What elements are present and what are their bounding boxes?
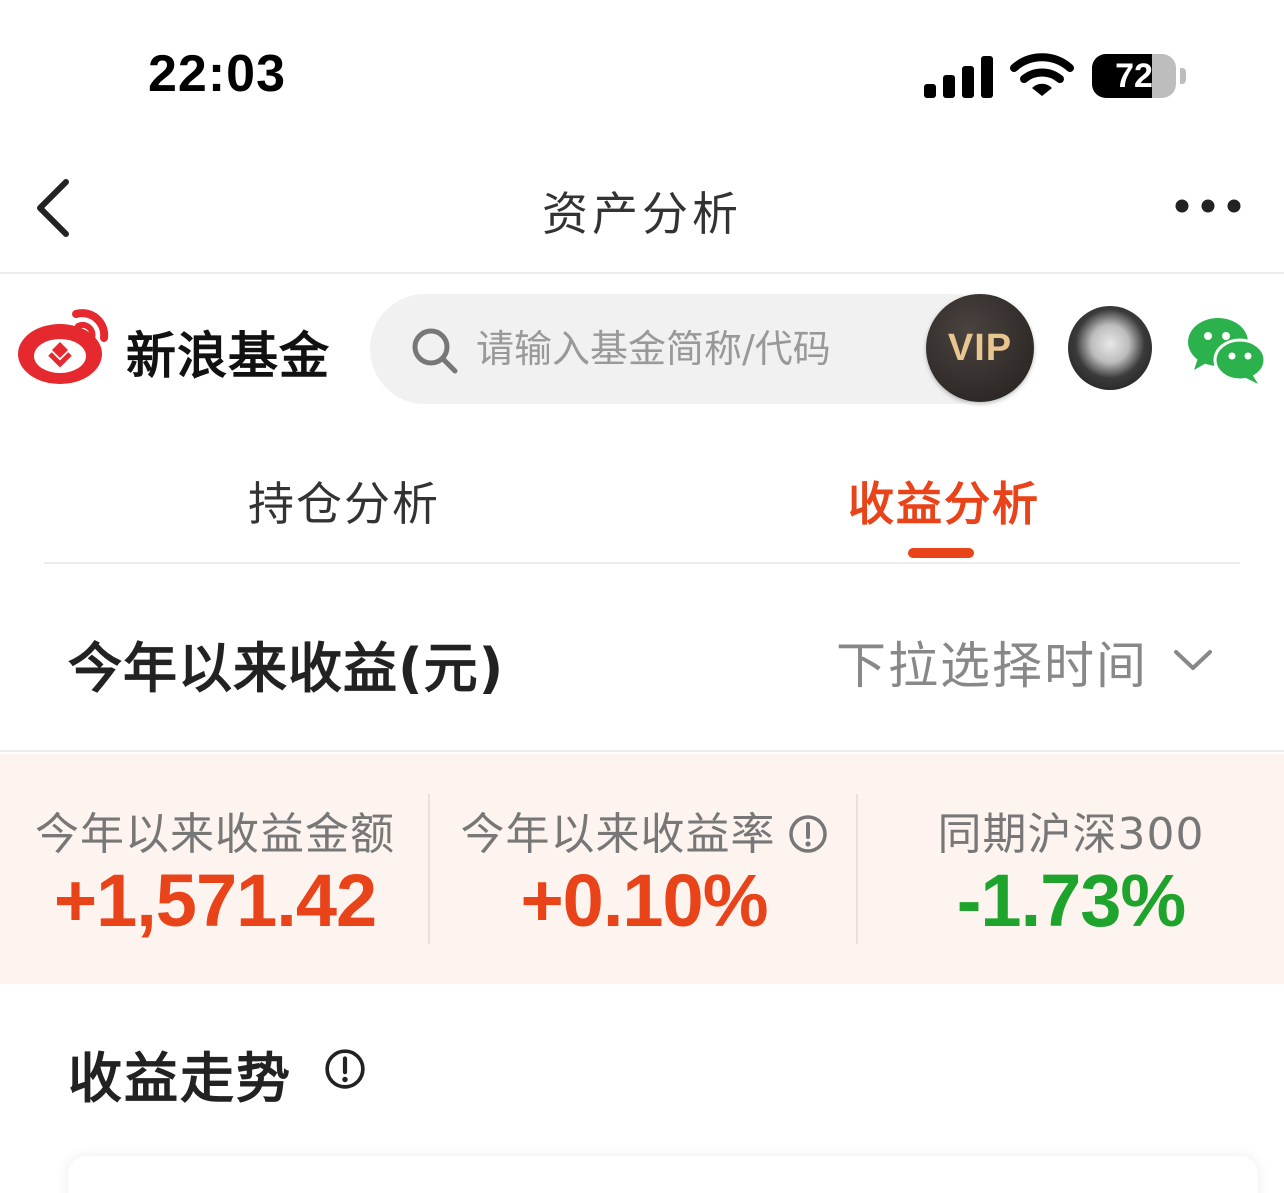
more-button[interactable] — [1168, 190, 1248, 222]
battery-percent: 72 — [1115, 57, 1153, 95]
weibo-logo-icon[interactable] — [14, 308, 114, 388]
search-icon — [412, 328, 458, 374]
trend-chart-card — [68, 1156, 1258, 1193]
metric-label: 同期沪深300 — [937, 809, 1205, 860]
wechat-icon[interactable] — [1186, 316, 1266, 384]
navigation-bar: 资产分析 — [0, 150, 1284, 274]
returns-summary: 今年以来收益金额 +1,571.42 今年以来收益率 +0.10% 同期沪深30… — [0, 754, 1284, 984]
metric-label: 今年以来收益率 — [460, 809, 776, 860]
tab-holdings-analysis[interactable]: 持仓分析 — [248, 468, 440, 534]
status-time: 22:03 — [148, 45, 286, 103]
metric-value: -1.73% — [956, 859, 1186, 942]
avatar[interactable] — [1068, 306, 1152, 390]
metric-value: +1,571.42 — [53, 859, 377, 942]
info-icon[interactable] — [788, 814, 828, 854]
metric-csi300: 同期沪深300 -1.73% — [858, 754, 1284, 984]
period-header: 今年以来收益(元) 下拉选择时间 — [0, 566, 1284, 752]
more-horizontal-icon — [1175, 199, 1241, 213]
battery-icon: 72 — [1092, 54, 1186, 98]
search-input[interactable] — [476, 324, 916, 374]
tab-returns-analysis[interactable]: 收益分析 — [848, 468, 1040, 534]
period-title: 今年以来收益(元) — [68, 637, 505, 700]
brand-name: 新浪基金 — [126, 327, 330, 385]
metric-ytd-rate: 今年以来收益率 +0.10% — [430, 754, 858, 984]
trend-title: 收益走势 — [68, 1047, 292, 1110]
trend-section: 收益走势 — [0, 986, 1284, 1136]
vip-button[interactable]: VIP — [926, 294, 1034, 402]
active-tab-indicator — [908, 548, 974, 558]
info-icon[interactable] — [324, 1048, 366, 1090]
metric-ytd-amount: 今年以来收益金额 +1,571.42 — [0, 754, 430, 984]
cellular-signal-icon — [924, 56, 993, 98]
metric-label: 今年以来收益金额 — [35, 809, 395, 860]
brand-header: 新浪基金 VIP — [0, 276, 1284, 426]
chevron-down-icon[interactable] — [1172, 644, 1214, 676]
metric-value: +0.10% — [520, 859, 768, 942]
wifi-icon — [1010, 53, 1074, 96]
analysis-tabs: 持仓分析 收益分析 — [44, 440, 1240, 564]
vip-label: VIP — [947, 327, 1013, 369]
period-dropdown[interactable]: 下拉选择时间 — [836, 626, 1148, 698]
page-title: 资产分析 — [542, 187, 742, 241]
search-bar[interactable] — [370, 294, 1010, 404]
status-bar: 22:03 72 — [0, 0, 1284, 150]
